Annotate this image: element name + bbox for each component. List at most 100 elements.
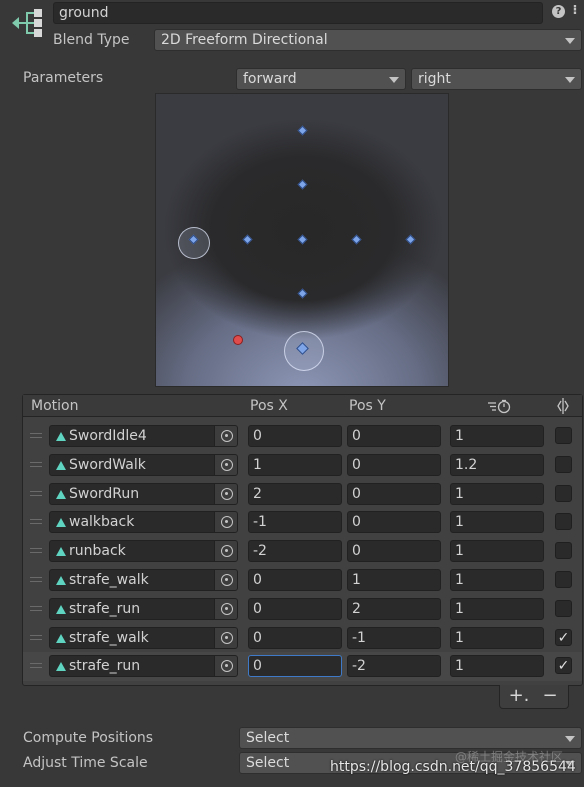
help-icon[interactable]: ? <box>552 5 565 18</box>
drag-handle-icon[interactable] <box>30 548 42 554</box>
pos-x-field[interactable]: -1 <box>248 511 342 534</box>
motion-clip-field[interactable]: strafe_walk <box>49 569 237 591</box>
time-scale-field[interactable]: 1 <box>450 655 544 678</box>
pos-x-field[interactable]: -2 <box>248 540 342 563</box>
time-scale-field[interactable]: 1 <box>450 540 544 563</box>
time-scale-field[interactable]: 1 <box>450 482 544 505</box>
table-row[interactable]: SwordIdle4 0 0 1 <box>23 422 582 451</box>
motion-list: Motion Pos X Pos Y SwordIdle4 0 0 1 SwordWal… <box>22 394 583 686</box>
pos-y-field[interactable]: 0 <box>347 453 441 476</box>
time-scale-icon <box>488 399 511 414</box>
pos-y-field[interactable]: 2 <box>347 597 441 620</box>
time-scale-field[interactable]: 1 <box>450 425 544 447</box>
object-picker-icon[interactable] <box>214 626 238 649</box>
object-picker-icon[interactable] <box>214 540 238 563</box>
drag-handle-icon[interactable] <box>30 490 42 496</box>
motion-clip-field[interactable]: strafe_walk <box>49 626 237 649</box>
mirror-checkbox[interactable] <box>555 484 572 502</box>
current-parameter-marker[interactable] <box>233 335 243 345</box>
sample-point[interactable] <box>297 288 308 299</box>
table-row[interactable]: strafe_run 0 2 1 <box>23 595 582 624</box>
settings-menu-icon[interactable]: ⁝ <box>569 3 581 19</box>
object-picker-icon[interactable] <box>214 482 238 505</box>
drag-handle-icon[interactable] <box>30 634 42 640</box>
blend-type-dropdown[interactable]: 2D Freeform Directional <box>154 29 582 51</box>
compute-positions-dropdown[interactable]: Select <box>239 727 582 749</box>
parameter-x-dropdown[interactable]: forward <box>236 68 406 90</box>
mirror-checkbox[interactable] <box>555 542 572 560</box>
parameter-y-dropdown[interactable]: right <box>411 68 582 90</box>
table-row[interactable]: strafe_walk 0 -1 1 ✓ <box>23 624 582 653</box>
object-picker-icon[interactable] <box>214 655 238 678</box>
object-picker-icon[interactable] <box>214 569 238 591</box>
pos-y-field[interactable]: 0 <box>347 425 441 447</box>
motion-clip-name: strafe_walk <box>69 629 149 646</box>
pos-x-field[interactable]: 0 <box>248 569 342 591</box>
pos-y-field[interactable]: 1 <box>347 569 441 591</box>
remove-motion-button[interactable]: − <box>535 685 565 709</box>
mirror-checkbox[interactable] <box>555 513 572 531</box>
motion-clip-field[interactable]: strafe_run <box>49 655 237 678</box>
time-scale-field[interactable]: 1 <box>450 511 544 534</box>
table-row[interactable]: strafe_run 0 -2 1 ✓ <box>23 652 582 682</box>
mirror-checkbox[interactable]: ✓ <box>555 628 572 646</box>
table-row[interactable]: runback -2 0 1 <box>23 537 582 566</box>
table-row[interactable]: strafe_walk 0 1 1 <box>23 566 582 595</box>
pos-y-field[interactable]: -2 <box>347 655 441 678</box>
table-row[interactable]: walkback -1 0 1 <box>23 508 582 537</box>
blend-space-graph[interactable] <box>155 93 449 387</box>
sample-point[interactable] <box>242 234 253 245</box>
pos-x-field[interactable]: 1 <box>248 453 342 476</box>
motion-clip-field[interactable]: SwordIdle4 <box>49 425 237 447</box>
pos-x-field[interactable]: 0 <box>248 626 342 649</box>
mirror-checkbox[interactable] <box>555 599 572 617</box>
animation-clip-icon <box>56 547 66 557</box>
mirror-checkbox[interactable] <box>555 571 572 588</box>
time-scale-field[interactable]: 1 <box>450 569 544 591</box>
animation-clip-icon <box>56 460 66 470</box>
drag-handle-icon[interactable] <box>30 605 42 611</box>
object-picker-icon[interactable] <box>214 597 238 620</box>
motion-clip-field[interactable]: walkback <box>49 511 237 534</box>
pos-x-field[interactable]: 0 <box>248 597 342 620</box>
motion-clip-field[interactable]: SwordRun <box>49 482 237 505</box>
node-name-field[interactable]: ground <box>53 2 543 24</box>
drag-handle-icon[interactable] <box>30 577 42 582</box>
motion-clip-name: SwordRun <box>69 485 140 502</box>
pos-y-field[interactable]: 0 <box>347 511 441 534</box>
pos-x-field[interactable]: 0 <box>248 425 342 447</box>
sample-point[interactable] <box>351 234 362 245</box>
pos-x-field[interactable]: 2 <box>248 482 342 505</box>
sample-point[interactable] <box>405 234 416 245</box>
table-row[interactable]: SwordWalk 1 0 1.2 <box>23 451 582 480</box>
time-scale-field[interactable]: 1 <box>450 626 544 649</box>
sample-point[interactable] <box>297 125 308 136</box>
motion-clip-name: strafe_run <box>69 600 141 617</box>
drag-handle-icon[interactable] <box>30 433 42 438</box>
chevron-down-icon <box>389 77 399 83</box>
table-row[interactable]: SwordRun 2 0 1 <box>23 480 582 509</box>
pos-x-field[interactable]: 0 <box>248 655 342 678</box>
add-motion-button[interactable]: +. <box>504 685 534 709</box>
motion-clip-field[interactable]: SwordWalk <box>49 453 237 476</box>
time-scale-field[interactable]: 1 <box>450 597 544 620</box>
motion-clip-field[interactable]: runback <box>49 540 237 563</box>
pos-y-field[interactable]: -1 <box>347 626 441 649</box>
motion-clip-name: walkback <box>69 514 135 531</box>
motion-clip-field[interactable]: strafe_run <box>49 597 237 620</box>
time-scale-field[interactable]: 1.2 <box>450 453 544 476</box>
object-picker-icon[interactable] <box>214 425 238 447</box>
motion-list-header: Motion Pos X Pos Y <box>23 395 582 417</box>
drag-handle-icon[interactable] <box>30 461 42 467</box>
mirror-checkbox[interactable] <box>555 427 572 444</box>
object-picker-icon[interactable] <box>214 511 238 534</box>
mirror-checkbox[interactable]: ✓ <box>555 657 572 675</box>
drag-handle-icon[interactable] <box>30 519 42 525</box>
mirror-checkbox[interactable] <box>555 455 572 473</box>
object-picker-icon[interactable] <box>214 453 238 476</box>
sample-point[interactable] <box>297 179 308 190</box>
drag-handle-icon[interactable] <box>30 663 42 669</box>
sample-point[interactable] <box>297 234 308 245</box>
pos-y-field[interactable]: 0 <box>347 540 441 563</box>
pos-y-field[interactable]: 0 <box>347 482 441 505</box>
